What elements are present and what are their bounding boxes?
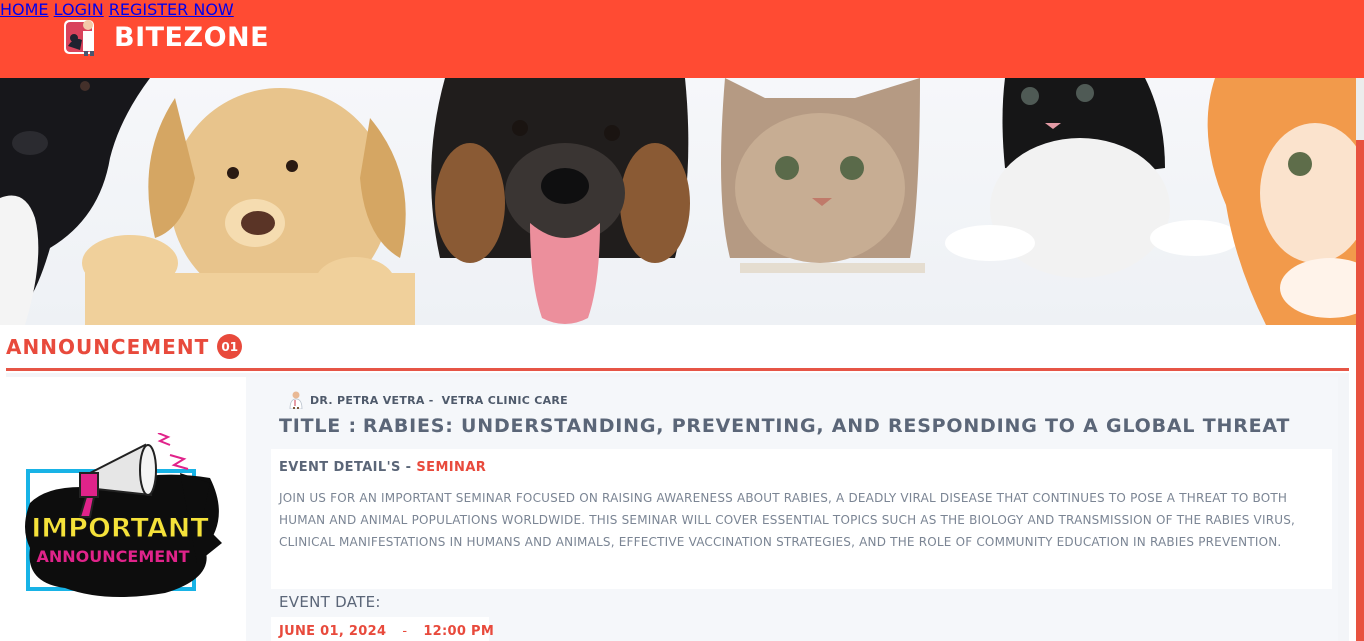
announcement-image-panel: IMPORTANT ANNOUNCEMENT — [6, 377, 246, 641]
tabby-kitten-image — [721, 78, 925, 273]
doctor-icon — [289, 391, 303, 409]
badge-important-text: IMPORTANT — [31, 513, 209, 544]
author-name: DR. PETRA VETRA — [310, 393, 425, 407]
event-date-label: EVENT DATE: — [279, 593, 381, 611]
vet-doctor-logo-icon — [64, 20, 94, 56]
announcement-heading: ANNOUNCEMENT 01 — [6, 334, 243, 359]
bw-kitten-image — [945, 78, 1240, 278]
shepherd-puppy-image — [431, 78, 690, 324]
announcement-event-title: TITLE : RABIES: UNDERSTANDING, PREVENTING… — [279, 415, 1290, 437]
orange-kitten-image — [1207, 78, 1356, 325]
nav-home-link[interactable]: HOME — [0, 0, 49, 19]
scrollbar-thumb[interactable] — [1356, 140, 1364, 641]
pets-banner-image — [0, 78, 1356, 325]
announcement-title: ANNOUNCEMENT — [6, 334, 210, 359]
brand[interactable]: BITEZONE — [62, 16, 269, 58]
title-text: RABIES: UNDERSTANDING, PREVENTING, AND R… — [362, 415, 1291, 437]
date-separator: - — [402, 624, 408, 639]
badge-announcement-text: ANNOUNCEMENT — [37, 547, 190, 566]
detail-heading-label: EVENT DETAIL'S - — [279, 460, 412, 475]
announcement-content: DR. PETRA VETRA - VETRA CLINIC CARE TITL… — [246, 377, 1338, 641]
event-detail-heading: EVENT DETAIL'S - SEMINAR — [279, 460, 486, 475]
important-announcement-image: IMPORTANT ANNOUNCEMENT — [25, 433, 222, 597]
event-time: 12:00 PM — [423, 624, 495, 639]
announcement-count-badge: 01 — [217, 334, 243, 359]
event-type: SEMINAR — [416, 460, 487, 475]
announcement-card: IMPORTANT ANNOUNCEMENT DR. PETRA VETRA -… — [6, 373, 1349, 641]
event-detail-box: EVENT DETAIL'S - SEMINAR JOIN US FOR AN … — [271, 449, 1332, 589]
golden-puppy-image — [82, 88, 415, 325]
event-date-box: JUNE 01, 2024-12:00 PM — [271, 617, 494, 641]
author-line: DR. PETRA VETRA - VETRA CLINIC CARE — [288, 391, 568, 409]
event-date-value: JUNE 01, 2024-12:00 PM — [279, 624, 494, 639]
top-navbar: BITEZONE HOME LOGIN REGISTER NOW — [0, 0, 1364, 78]
event-description: JOIN US FOR AN IMPORTANT SEMINAR FOCUSED… — [279, 491, 1296, 549]
hero-banner — [0, 78, 1356, 325]
brand-name: BITEZONE — [114, 21, 270, 53]
announcement-divider — [6, 368, 1349, 371]
clinic-name: VETRA CLINIC CARE — [441, 393, 568, 407]
title-prefix: TITLE : — [279, 415, 357, 437]
author-separator: - — [428, 393, 434, 407]
event-date: JUNE 01, 2024 — [279, 624, 387, 639]
